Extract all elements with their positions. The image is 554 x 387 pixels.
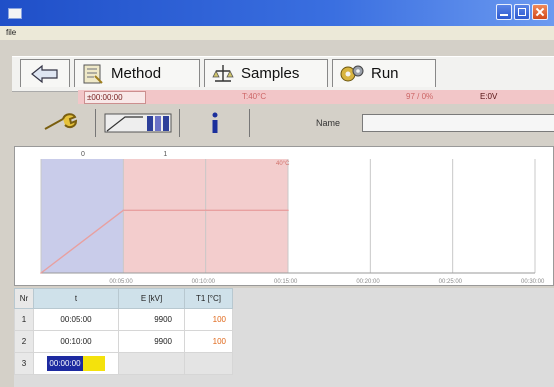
- graph-view-button[interactable]: [96, 109, 180, 137]
- method-icon: [83, 64, 103, 84]
- cell-time[interactable]: 00:05:00: [33, 308, 119, 331]
- window-controls: [496, 4, 548, 20]
- minimize-button[interactable]: [496, 4, 512, 20]
- chart-marker-label: 0: [81, 151, 85, 158]
- steps-table: Nr t E [kV] T1 [°C] 1 00:05:00 9900 100 …: [14, 288, 233, 375]
- tab-run[interactable]: Run: [332, 59, 436, 87]
- tab-method[interactable]: Method: [74, 59, 200, 87]
- cell-time[interactable]: 00:10:00: [33, 330, 119, 353]
- cell-temperature[interactable]: [184, 352, 233, 375]
- app-icon: [8, 8, 22, 19]
- method-chart: 0 1 40°C 00:05:00 00:10:00 00:15:00 00:20:00 00…: [14, 146, 554, 286]
- cell-temperature[interactable]: 100: [184, 308, 233, 331]
- graph-icon: [104, 113, 171, 133]
- status-time: ±00:00:00: [84, 91, 146, 104]
- tab-method-label: Method: [111, 65, 162, 82]
- cell-voltage[interactable]: [118, 352, 185, 375]
- column-header-e: E [kV]: [118, 288, 185, 309]
- app-window: file Method Samples Run ±00:00:00 T:40°C…: [0, 0, 554, 387]
- x-tick-label: 00:10:00: [192, 279, 216, 285]
- x-tick-label: 00:15:00: [274, 279, 298, 285]
- table-header-row: Nr t E [kV] T1 [°C]: [14, 288, 233, 309]
- chart-point: [40, 272, 42, 274]
- menu-file[interactable]: file: [6, 26, 16, 40]
- column-header-t: t: [33, 288, 119, 309]
- x-tick-label: 00:20:00: [356, 279, 380, 285]
- close-button[interactable]: [532, 4, 548, 20]
- cell-time-editing[interactable]: 00:00:00: [33, 352, 119, 375]
- chart-point: [287, 209, 289, 212]
- back-button[interactable]: [20, 59, 70, 87]
- samples-icon: [212, 64, 234, 82]
- table-row[interactable]: 2 00:10:00 9900 100: [14, 330, 233, 353]
- cell-edit-value[interactable]: 00:00:00: [47, 356, 83, 371]
- chart-marker-label: 1: [163, 151, 167, 158]
- table-row[interactable]: 1 00:05:00 9900 100: [14, 308, 233, 331]
- secondary-toolbar: Name: [12, 106, 554, 140]
- wrench-icon: [44, 113, 77, 130]
- row-number: 1: [14, 308, 34, 331]
- info-icon: [212, 112, 217, 133]
- menu-bar: file: [0, 26, 554, 40]
- chart-point: [122, 209, 125, 212]
- status-percent: 97 / 0%: [406, 92, 434, 101]
- x-tick-label: 00:25:00: [439, 279, 463, 285]
- status-temperature: T:40°C: [242, 92, 267, 101]
- cell-temperature[interactable]: 100: [184, 330, 233, 353]
- chart-temp-annotation: 40°C: [276, 161, 290, 167]
- run-gears-icon: [340, 65, 364, 81]
- settings-button[interactable]: [26, 109, 96, 137]
- row-number: 2: [14, 330, 34, 353]
- tab-run-label: Run: [371, 65, 399, 82]
- main-tab-bar: Method Samples Run: [12, 56, 554, 92]
- x-tick-label: 00:30:00: [521, 279, 545, 285]
- maximize-button[interactable]: [514, 4, 530, 20]
- info-button[interactable]: [180, 109, 250, 137]
- chart-svg: 0 1 40°C 00:05:00 00:10:00 00:15:00 00:20:00 00…: [40, 151, 545, 285]
- name-input[interactable]: [362, 114, 554, 132]
- row-number: 3: [14, 352, 34, 375]
- cell-voltage[interactable]: 9900: [118, 330, 185, 353]
- name-label: Name: [316, 118, 341, 128]
- steps-table-area: Nr t E [kV] T1 [°C] 1 00:05:00 9900 100 …: [14, 288, 554, 387]
- back-arrow-icon: [31, 64, 58, 83]
- status-bar: ±00:00:00 T:40°C 97 / 0% E:0V: [78, 90, 554, 104]
- chart-point: [204, 209, 207, 212]
- x-tick-label: 00:05:00: [109, 279, 133, 285]
- table-row[interactable]: 3 00:00:00: [14, 352, 233, 375]
- column-header-t1: T1 [°C]: [184, 288, 233, 309]
- title-bar: [0, 0, 554, 26]
- edit-caret: [82, 356, 105, 371]
- tab-samples-label: Samples: [241, 65, 300, 82]
- column-header-nr: Nr: [14, 288, 34, 309]
- cell-voltage[interactable]: 9900: [118, 308, 185, 331]
- tab-samples[interactable]: Samples: [204, 59, 328, 87]
- status-energy: E:0V: [480, 92, 498, 101]
- chart-region-1: [41, 159, 124, 273]
